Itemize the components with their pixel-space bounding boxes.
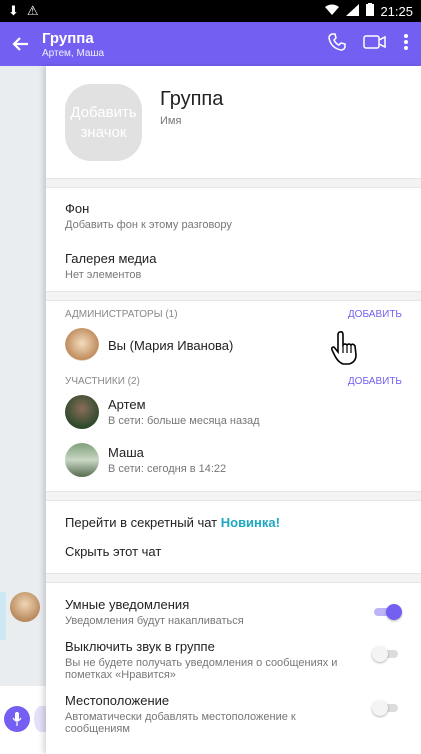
microphone-icon xyxy=(12,712,22,726)
status-bar: ⬇ ⚠ 21:25 xyxy=(0,0,421,22)
add-participant-button[interactable]: ДОБАВИТЬ xyxy=(348,376,402,387)
hide-chat-action[interactable]: Скрыть этот чат xyxy=(46,544,421,559)
call-button[interactable] xyxy=(327,32,347,57)
more-menu-button[interactable] xyxy=(403,33,409,56)
divider xyxy=(46,291,421,301)
setting-title: Галерея медиа xyxy=(65,251,157,266)
message-bubble xyxy=(0,592,6,640)
phone-icon xyxy=(328,32,346,51)
group-header: Добавить значок Группа Имя xyxy=(46,66,421,178)
back-button[interactable] xyxy=(0,35,42,53)
setting-subtitle: Вы не будете получать уведомления о сооб… xyxy=(65,657,338,681)
divider xyxy=(46,491,421,501)
secret-chat-label: Перейти в секретный чат xyxy=(65,515,218,530)
avatar xyxy=(65,395,99,429)
location-toggle[interactable] xyxy=(372,697,402,719)
background-setting[interactable]: Фон Добавить фон к этому разговору xyxy=(46,201,421,231)
video-call-button[interactable] xyxy=(363,33,387,56)
participant-row[interactable]: Артем В сети: больше месяца назад xyxy=(46,395,421,429)
battery-icon xyxy=(366,3,375,19)
chat-subtitle: Артем, Маша xyxy=(42,47,105,59)
group-name[interactable]: Группа xyxy=(160,88,223,111)
chat-info-panel: Добавить значок Группа Имя Фон Добавить … xyxy=(46,66,421,754)
wifi-icon xyxy=(324,4,340,19)
setting-subtitle: Автоматически добавлять местоположение к… xyxy=(65,711,296,735)
download-icon: ⬇ xyxy=(8,3,19,18)
divider xyxy=(46,178,421,188)
setting-title: Выключить звук в группе xyxy=(65,639,215,654)
avatar xyxy=(10,592,40,622)
new-badge: Новинка! xyxy=(220,515,280,530)
group-name-label: Имя xyxy=(160,115,182,127)
mute-group-toggle[interactable] xyxy=(372,643,402,665)
avatar xyxy=(65,443,99,477)
toggle-knob xyxy=(372,646,388,662)
setting-subtitle: Уведомления будут накапливаться xyxy=(65,615,244,627)
toggle-knob xyxy=(386,604,402,620)
arrow-left-icon xyxy=(12,37,28,51)
location-setting[interactable]: Местоположение Автоматически добавлять м… xyxy=(46,693,421,735)
admins-header: АДМИНИСТРАТОРЫ (1) ДОБАВИТЬ xyxy=(46,309,421,320)
video-icon xyxy=(363,34,386,49)
avatar xyxy=(65,328,99,362)
setting-title: Умные уведомления xyxy=(65,597,190,612)
member-status: В сети: сегодня в 14:22 xyxy=(108,463,227,475)
setting-title: Фон xyxy=(65,201,90,216)
more-vert-icon xyxy=(404,33,408,50)
setting-texts: Умные уведомления Уведомления будут нака… xyxy=(65,597,362,627)
chat-background-strip xyxy=(0,66,48,754)
add-admin-button[interactable]: ДОБАВИТЬ xyxy=(348,309,402,320)
member-status: В сети: больше месяца назад xyxy=(108,415,260,427)
smart-notifications-toggle[interactable] xyxy=(372,601,402,623)
participants-header: УЧАСТНИКИ (2) ДОБАВИТЬ xyxy=(46,376,421,387)
member-name: Артем xyxy=(108,397,146,412)
participants-section-title: УЧАСТНИКИ (2) xyxy=(65,376,140,387)
pointer-hand-icon xyxy=(330,331,357,365)
toggle-knob xyxy=(372,700,388,716)
setting-texts: Местоположение Автоматически добавлять м… xyxy=(65,693,362,735)
admin-row[interactable]: Вы (Мария Иванова) xyxy=(46,328,421,362)
signal-icon xyxy=(346,3,360,19)
setting-subtitle: Нет элементов xyxy=(65,269,142,281)
member-name: Вы (Мария Иванова) xyxy=(108,337,234,353)
divider xyxy=(46,573,421,583)
mic-button[interactable] xyxy=(4,706,30,732)
media-gallery-setting[interactable]: Галерея медиа Нет элементов xyxy=(46,251,421,281)
hide-chat-label: Скрыть этот чат xyxy=(65,544,162,559)
setting-title: Местоположение xyxy=(65,693,170,708)
member-name: Маша xyxy=(108,445,144,460)
secret-chat-text: Перейти в секретный чат Новинка! xyxy=(65,515,402,530)
chat-title: Группа xyxy=(42,29,94,47)
setting-subtitle: Добавить фон к этому разговору xyxy=(65,219,232,231)
warning-icon: ⚠ xyxy=(26,3,39,18)
mute-group-setting[interactable]: Выключить звук в группе Вы не будете пол… xyxy=(46,639,421,681)
add-group-icon-button[interactable]: Добавить значок xyxy=(65,84,142,161)
app-bar: Группа Артем, Маша xyxy=(0,22,421,66)
clock: 21:25 xyxy=(380,3,413,19)
admins-section-title: АДМИНИСТРАТОРЫ (1) xyxy=(65,309,178,320)
setting-texts: Выключить звук в группе Вы не будете пол… xyxy=(65,639,362,681)
secret-chat-action[interactable]: Перейти в секретный чат Новинка! xyxy=(46,515,421,530)
participant-row[interactable]: Маша В сети: сегодня в 14:22 xyxy=(46,443,421,477)
smart-notifications-setting[interactable]: Умные уведомления Уведомления будут нака… xyxy=(46,597,421,627)
